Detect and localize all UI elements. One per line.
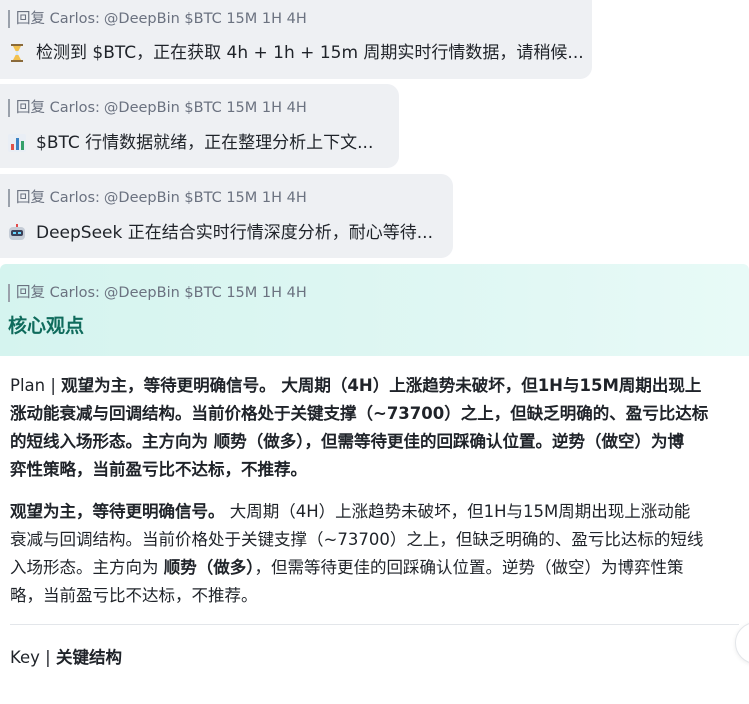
reply-handle: @DeepBin $BTC 15M 1H 4H — [103, 100, 307, 116]
detail-text: ，但需等待更佳的回踩确认位置。逆势（做空）为博弈性策 — [254, 558, 684, 577]
hourglass-icon — [8, 44, 26, 62]
reply-handle: @DeepBin $BTC 15M 1H 4H — [103, 190, 307, 206]
detail-text: 衰减与回调结构。当前价格处于关键支撑（~73700）之上，但缺乏明确的、盈亏比达… — [10, 530, 704, 549]
message-text: DeepSeek 正在结合实时行情深度分析，耐心等待... — [36, 223, 433, 243]
bar-chart-icon — [8, 134, 26, 152]
key-heading: Key | 关键结构 — [10, 647, 739, 669]
plan-prefix: Plan | — [10, 376, 62, 395]
result-header: 回复 Carlos: @DeepBin $BTC 15M 1H 4H 核心观点 — [0, 264, 749, 356]
message-text: $BTC 行情数据就绪，正在整理分析上下文... — [36, 133, 374, 153]
section-title: 核心观点 — [8, 315, 85, 337]
plan-line: 弈性策略，当前盈亏比不达标，不推荐。 — [10, 460, 307, 479]
detail-text: 大周期（4H）上涨趋势未破坏，但1H与15M周期出现上涨动能 — [224, 502, 691, 521]
detail-text: 入场形态。主方向为 — [10, 558, 164, 577]
robot-icon — [8, 224, 26, 242]
detail-bold: 观望为主，等待更明确信号。 — [10, 502, 225, 521]
detail-text: 略，当前盈亏比不达标，不推荐。 — [10, 586, 258, 605]
reply-prefix: 回复 Carlos: — [16, 190, 100, 206]
message-bubble: 回复 Carlos: @DeepBin $BTC 15M 1H 4H 检测到 $B… — [0, 0, 592, 79]
plan-paragraph: Plan | 观望为主，等待更明确信号。 大周期（4H）上涨趋势未破坏，但1H与… — [10, 372, 739, 484]
message-bubble: 回复 Carlos: @DeepBin $BTC 15M 1H 4H $BTC 行… — [0, 84, 399, 168]
key-label: 关键结构 — [55, 648, 122, 667]
plan-line: 涨动能衰减与回调结构。当前价格处于关键支撑（~73700）之上，但缺乏明确的、盈… — [10, 404, 709, 423]
reply-handle: @DeepBin $BTC 15M 1H 4H — [103, 285, 307, 301]
reply-prefix: 回复 Carlos: — [16, 11, 100, 27]
analysis-result-card: 回复 Carlos: @DeepBin $BTC 15M 1H 4H 核心观点 P… — [0, 264, 749, 704]
plan-line: 的短线入场形态。主方向为 顺势（做多），但需等待更佳的回踩确认位置。逆势（做空）… — [10, 432, 684, 451]
result-body: Plan | 观望为主，等待更明确信号。 大周期（4H）上涨趋势未破坏，但1H与… — [0, 356, 749, 669]
message-text-row: 检测到 $BTC，正在获取 4h + 1h + 15m 周期实时行情数据，请稍候… — [8, 42, 592, 64]
reply-quote: 回复 Carlos: @DeepBin $BTC 15M 1H 4H — [8, 189, 453, 207]
divider — [10, 624, 739, 625]
reply-quote: 回复 Carlos: @DeepBin $BTC 15M 1H 4H — [8, 10, 592, 28]
reply-quote: 回复 Carlos: @DeepBin $BTC 15M 1H 4H — [8, 99, 399, 117]
reply-quote: 回复 Carlos: @DeepBin $BTC 15M 1H 4H — [8, 284, 749, 302]
plan-bold: 观望为主，等待更明确信号。 大周期（4H）上涨趋势未破坏，但1H与15M周期出现… — [61, 376, 702, 395]
key-prefix: Key | — [10, 648, 56, 667]
message-text-row: DeepSeek 正在结合实时行情深度分析，耐心等待... — [8, 222, 453, 244]
message-text-row: $BTC 行情数据就绪，正在整理分析上下文... — [8, 132, 399, 154]
reply-prefix: 回复 Carlos: — [16, 285, 100, 301]
reply-prefix: 回复 Carlos: — [16, 100, 100, 116]
plan-line: Plan | 观望为主，等待更明确信号。 大周期（4H）上涨趋势未破坏，但1H与… — [10, 376, 701, 395]
detail-paragraph: 观望为主，等待更明确信号。 大周期（4H）上涨趋势未破坏，但1H与15M周期出现… — [10, 498, 739, 610]
reply-handle: @DeepBin $BTC 15M 1H 4H — [103, 11, 307, 27]
message-bubble: 回复 Carlos: @DeepBin $BTC 15M 1H 4H DeepSe… — [0, 174, 453, 258]
detail-bold: 顺势（做多） — [163, 558, 255, 577]
message-text: 检测到 $BTC，正在获取 4h + 1h + 15m 周期实时行情数据，请稍候… — [36, 43, 584, 63]
